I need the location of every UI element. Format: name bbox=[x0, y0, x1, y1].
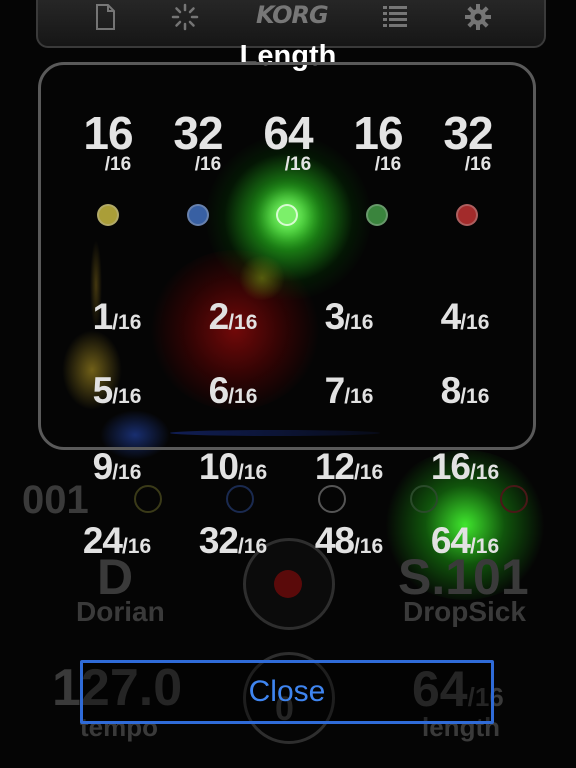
pattern-slot-1[interactable]: 16 /16 bbox=[68, 108, 148, 176]
preset-name: DropSick bbox=[403, 596, 526, 627]
length-option-denominator: /16 bbox=[469, 535, 500, 558]
length-option[interactable]: 32/16 bbox=[178, 520, 288, 562]
pattern-slot-5[interactable]: 32 /16 bbox=[428, 108, 508, 176]
length-option[interactable]: 9/16 bbox=[62, 446, 172, 488]
length-option-denominator: /16 bbox=[228, 385, 258, 408]
length-option-denominator: /16 bbox=[353, 535, 384, 558]
length-option[interactable]: 8/16 bbox=[410, 370, 520, 412]
length-option-denominator: /16 bbox=[228, 311, 258, 334]
pattern-slot-2[interactable]: 32 /16 bbox=[158, 108, 238, 176]
track-circle-2 bbox=[226, 485, 254, 513]
track-circle-1 bbox=[134, 485, 162, 513]
length-option[interactable]: 2/16 bbox=[178, 296, 288, 338]
pattern-dot-green[interactable] bbox=[366, 204, 388, 226]
length-option[interactable]: 24/16 bbox=[62, 520, 172, 562]
length-option-value: 4 bbox=[440, 296, 462, 337]
length-option-denominator: /16 bbox=[460, 385, 490, 408]
sync-icon[interactable] bbox=[170, 2, 200, 32]
length-option-value: 1 bbox=[92, 296, 114, 337]
length-option-value: 8 bbox=[440, 370, 462, 411]
document-icon[interactable] bbox=[90, 2, 120, 32]
pattern-dot-red[interactable] bbox=[456, 204, 478, 226]
length-option-value: 3 bbox=[324, 296, 346, 337]
length-option-denominator: /16 bbox=[344, 385, 374, 408]
close-button[interactable]: Close bbox=[80, 660, 494, 724]
length-option[interactable]: 7/16 bbox=[294, 370, 404, 412]
pattern-length: 32 bbox=[443, 107, 493, 159]
length-option-value: 6 bbox=[208, 370, 230, 411]
length-option[interactable]: 1/16 bbox=[62, 296, 172, 338]
length-option-denominator: /16 bbox=[112, 311, 142, 334]
length-option-value: 64 bbox=[430, 520, 471, 561]
length-option[interactable]: 16/16 bbox=[410, 446, 520, 488]
korg-logo: KORG bbox=[256, 1, 329, 29]
list-icon[interactable] bbox=[380, 2, 410, 32]
length-option-value: 10 bbox=[198, 446, 239, 487]
length-option-denominator: /16 bbox=[112, 385, 142, 408]
length-option[interactable]: 5/16 bbox=[62, 370, 172, 412]
length-option-denominator: /16 bbox=[121, 535, 152, 558]
track-circle-5 bbox=[500, 485, 528, 513]
length-option[interactable]: 3/16 bbox=[294, 296, 404, 338]
length-option-denominator: /16 bbox=[460, 311, 490, 334]
pattern-length: 16 bbox=[353, 107, 403, 159]
length-option[interactable]: 4/16 bbox=[410, 296, 520, 338]
length-option-denominator: /16 bbox=[344, 311, 374, 334]
length-option-value: 9 bbox=[92, 446, 114, 487]
scale-name: Dorian bbox=[76, 596, 165, 627]
pattern-length: 32 bbox=[173, 107, 223, 159]
length-option-denominator: /16 bbox=[237, 535, 268, 558]
length-option-value: 24 bbox=[82, 520, 123, 561]
length-option[interactable]: 48/16 bbox=[294, 520, 404, 562]
length-option-value: 12 bbox=[314, 446, 355, 487]
length-option-value: 2 bbox=[208, 296, 230, 337]
pattern-slot-3[interactable]: 64 /16 bbox=[248, 108, 328, 176]
length-option[interactable]: 12/16 bbox=[294, 446, 404, 488]
length-option-value: 32 bbox=[198, 520, 239, 561]
length-option[interactable]: 64/16 bbox=[410, 520, 520, 562]
length-option[interactable]: 6/16 bbox=[178, 370, 288, 412]
record-dot bbox=[274, 570, 302, 598]
length-option-value: 48 bbox=[314, 520, 355, 561]
length-option-value: 5 bbox=[92, 370, 114, 411]
length-option-value: 16 bbox=[430, 446, 471, 487]
track-circle-3 bbox=[318, 485, 346, 513]
pattern-length: 64 bbox=[263, 107, 313, 159]
pattern-length: 16 bbox=[83, 107, 133, 159]
pattern-slot-4[interactable]: 16 /16 bbox=[338, 108, 418, 176]
length-option-denominator: /16 bbox=[353, 461, 384, 484]
length-option[interactable]: 10/16 bbox=[178, 446, 288, 488]
pattern-dot-blue[interactable] bbox=[187, 204, 209, 226]
gear-icon[interactable] bbox=[463, 2, 493, 32]
length-option-denominator: /16 bbox=[112, 461, 142, 484]
length-option-denominator: /16 bbox=[469, 461, 500, 484]
track-circle-4 bbox=[410, 485, 438, 513]
length-option-denominator: /16 bbox=[237, 461, 268, 484]
pattern-dot-yellow[interactable] bbox=[97, 204, 119, 226]
length-option-value: 7 bbox=[324, 370, 346, 411]
pattern-dot-green-selected[interactable] bbox=[276, 204, 298, 226]
